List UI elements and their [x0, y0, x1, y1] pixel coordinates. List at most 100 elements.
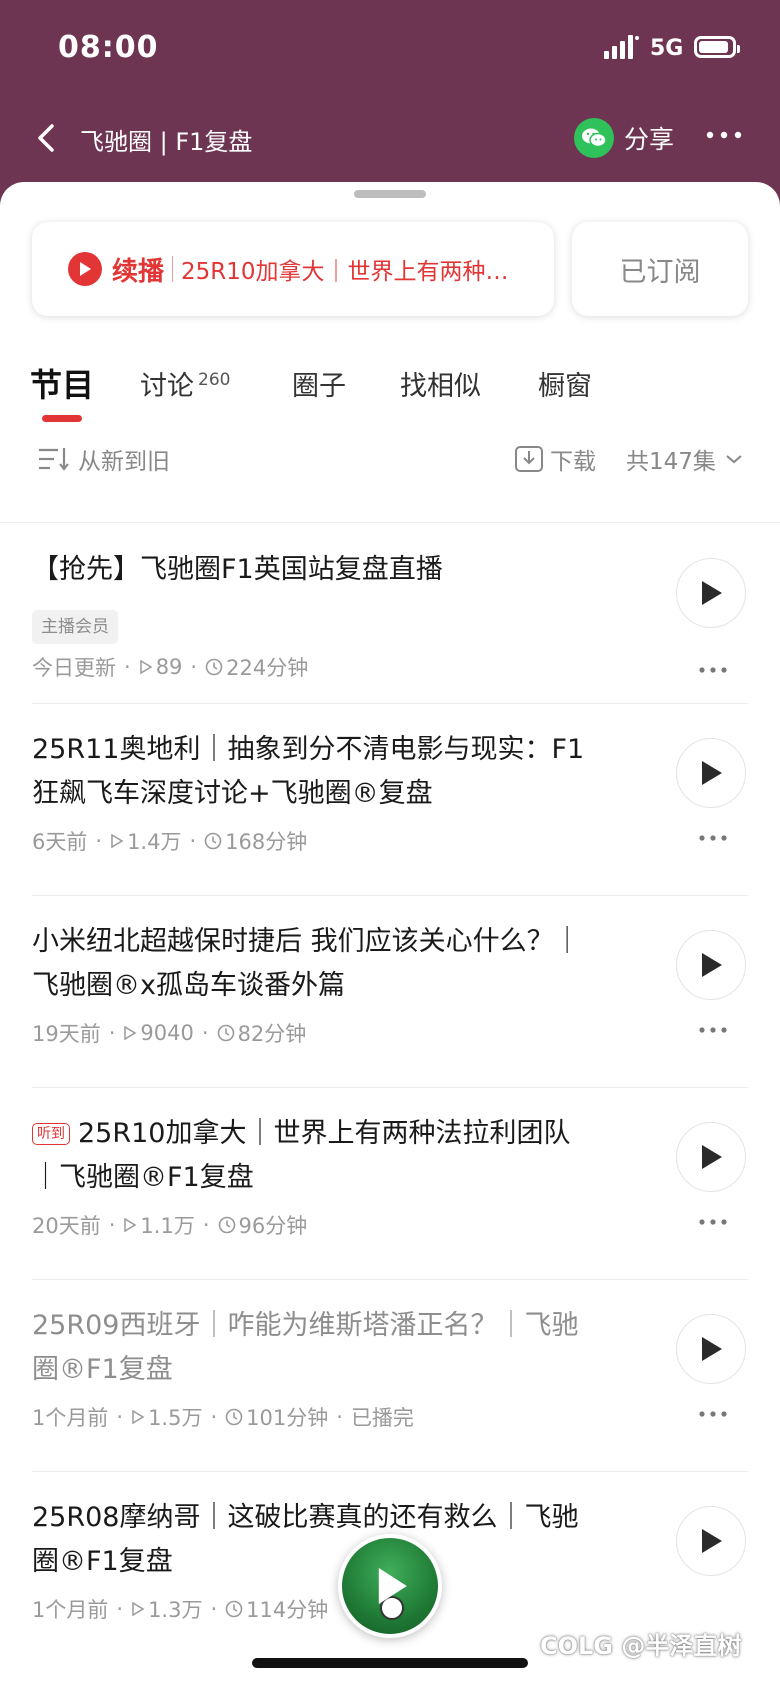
- play-icon: [702, 953, 722, 977]
- tab-similar[interactable]: 找相似: [400, 364, 481, 403]
- episode-play-button[interactable]: [676, 1122, 746, 1192]
- clock-icon: [217, 1024, 234, 1042]
- tab-circle[interactable]: 圈子: [292, 364, 346, 403]
- episode-plays: 1.5万: [148, 1406, 203, 1430]
- back-icon[interactable]: [28, 118, 68, 158]
- episode-more-icon[interactable]: [698, 1216, 728, 1228]
- list-toolbar: 从新到旧 下载 共147集: [0, 432, 780, 502]
- tab-label: 节目: [30, 366, 95, 404]
- episode-title: 25R08摩纳哥｜这破比赛真的还有救么｜飞驰圈®F1复盘: [32, 1502, 579, 1577]
- sort-icon: [39, 448, 69, 471]
- episode-more-icon[interactable]: [698, 664, 728, 676]
- resume-label: 续播: [112, 256, 165, 287]
- episode-updated: 1个月前: [32, 1598, 109, 1622]
- episode-title: 小米纽北超越保时捷后 我们应该关心什么？｜飞驰圈®x孤岛车谈番外篇: [32, 926, 581, 1001]
- episode-meta: 20天前 · 1.1万 · 96分钟: [32, 1210, 307, 1240]
- mini-player-button[interactable]: [338, 1534, 442, 1638]
- clock-icon: [225, 1408, 243, 1426]
- clock-icon: [204, 832, 222, 850]
- episode-meta: 1个月前 · 1.5万 · 101分钟 · 已播完: [32, 1402, 414, 1432]
- episode-meta: 1个月前 · 1.3万 · 114分钟: [32, 1594, 328, 1624]
- episode-more-icon[interactable]: [698, 1024, 728, 1036]
- more-icon[interactable]: [704, 120, 744, 150]
- episode-duration: 168分钟: [225, 830, 308, 854]
- episode-title: 25R09西班牙｜咋能为维斯塔潘正名？｜飞驰圈®F1复盘: [32, 1310, 579, 1385]
- play-icon: [702, 581, 722, 605]
- episode-item[interactable]: 25R09西班牙｜咋能为维斯塔潘正名？｜飞驰圈®F1复盘 1个月前 · 1.5万 ·…: [0, 1280, 780, 1472]
- status-bar: 08:00 5G: [0, 0, 780, 100]
- episode-status: 已播完: [350, 1406, 414, 1430]
- episode-play-button[interactable]: [676, 930, 746, 1000]
- episode-more-icon[interactable]: [698, 832, 728, 844]
- chevron-down-icon: [726, 455, 742, 464]
- plays-icon: [111, 834, 124, 848]
- episode-meta: 6天前 · 1.4万 · 168分钟: [32, 826, 307, 856]
- episode-more-icon[interactable]: [698, 1408, 728, 1420]
- play-icon: [702, 1337, 722, 1361]
- home-indicator[interactable]: [252, 1658, 528, 1668]
- episode-play-button[interactable]: [676, 738, 746, 808]
- episode-plays: 9040: [140, 1021, 194, 1045]
- tab-showcase[interactable]: 橱窗: [538, 364, 592, 403]
- episode-duration: 101分钟: [246, 1406, 329, 1430]
- episode-title-text: 25R10加拿大｜世界上有两种法拉利团队｜飞驰圈®F1复盘: [32, 1118, 571, 1193]
- tab-episodes[interactable]: 节目: [30, 360, 94, 406]
- watermark: COLG @半泽直树: [540, 1632, 742, 1660]
- episode-item[interactable]: 25R11奥地利｜抽象到分不清电影与现实：F1狂飙飞车深度讨论+飞驰圈®复盘 6…: [0, 704, 780, 896]
- episode-title: 【抢先】飞驰圈F1英国站复盘直播: [32, 554, 443, 585]
- episode-count-dropdown[interactable]: 共147集: [626, 442, 744, 476]
- download-button[interactable]: 下载: [514, 442, 596, 476]
- resume-play-button[interactable]: 续播 25R10加拿大｜世界上有两种法拉利团队｜飞驰圈®F1复盘: [32, 222, 554, 316]
- episode-count: 共147集: [626, 449, 716, 475]
- episode-item[interactable]: 【抢先】飞驰圈F1英国站复盘直播 主播会员 今日更新 · 89 · 224分钟: [0, 524, 780, 704]
- play-icon: [702, 1145, 722, 1169]
- episode-item[interactable]: 听到 25R10加拿大｜世界上有两种法拉利团队｜飞驰圈®F1复盘 20天前 · 1.…: [0, 1088, 780, 1280]
- episode-updated: 19天前: [32, 1022, 101, 1046]
- resume-divider: [172, 256, 174, 282]
- clock-icon: [225, 1600, 243, 1618]
- status-time: 08:00: [58, 30, 159, 65]
- episode-meta: 今日更新 · 89 · 224分钟: [32, 652, 308, 682]
- sort-button[interactable]: 从新到旧: [36, 442, 170, 476]
- play-icon: [378, 1568, 407, 1604]
- plays-icon: [132, 1602, 145, 1616]
- episode-play-button[interactable]: [676, 1314, 746, 1384]
- signal-icon: [604, 35, 639, 59]
- tab-label: 找相似: [400, 371, 481, 402]
- battery-icon: [694, 36, 740, 58]
- episode-updated: 1个月前: [32, 1406, 109, 1430]
- episode-title: 25R11奥地利｜抽象到分不清电影与现实：F1狂飙飞车深度讨论+飞驰圈®复盘: [32, 734, 585, 809]
- drag-handle[interactable]: [354, 190, 426, 198]
- share-label: 分享: [624, 125, 675, 154]
- episode-item[interactable]: 小米纽北超越保时捷后 我们应该关心什么？｜飞驰圈®x孤岛车谈番外篇 19天前 · …: [0, 896, 780, 1088]
- plays-icon: [132, 1410, 145, 1424]
- play-icon: [68, 252, 102, 286]
- play-icon: [702, 1529, 722, 1553]
- sort-label: 从新到旧: [78, 449, 170, 475]
- episode-updated: 20天前: [32, 1214, 101, 1238]
- episode-duration: 96分钟: [238, 1214, 308, 1238]
- listened-badge: 听到: [32, 1123, 70, 1145]
- episode-duration: 82分钟: [237, 1022, 307, 1046]
- subscribe-button[interactable]: 已订阅: [572, 222, 748, 316]
- episode-play-button[interactable]: [676, 558, 746, 628]
- tab-label: 圈子: [292, 371, 346, 402]
- share-button[interactable]: 分享: [574, 116, 674, 160]
- divider: [0, 522, 780, 523]
- discussion-count: 260: [198, 370, 231, 390]
- episode-plays: 1.4万: [127, 830, 182, 854]
- content-sheet: 续播 25R10加拿大｜世界上有两种法拉利团队｜飞驰圈®F1复盘 已订阅 节目 …: [0, 182, 780, 1688]
- nav-bar: 飞驰圈 | F1复盘 分享: [0, 100, 780, 180]
- member-tag: 主播会员: [32, 610, 118, 644]
- plays-icon: [139, 660, 153, 674]
- plays-icon: [124, 1218, 137, 1232]
- clock-icon: [218, 1216, 235, 1234]
- clock-icon: [205, 658, 223, 676]
- wechat-icon: [574, 118, 614, 158]
- episode-play-button[interactable]: [676, 1506, 746, 1576]
- tab-discussion[interactable]: 讨论 260: [140, 364, 230, 403]
- plays-icon: [124, 1026, 137, 1040]
- download-icon: [515, 446, 543, 472]
- episode-plays: 1.3万: [148, 1598, 203, 1622]
- tab-active-indicator: [42, 415, 82, 422]
